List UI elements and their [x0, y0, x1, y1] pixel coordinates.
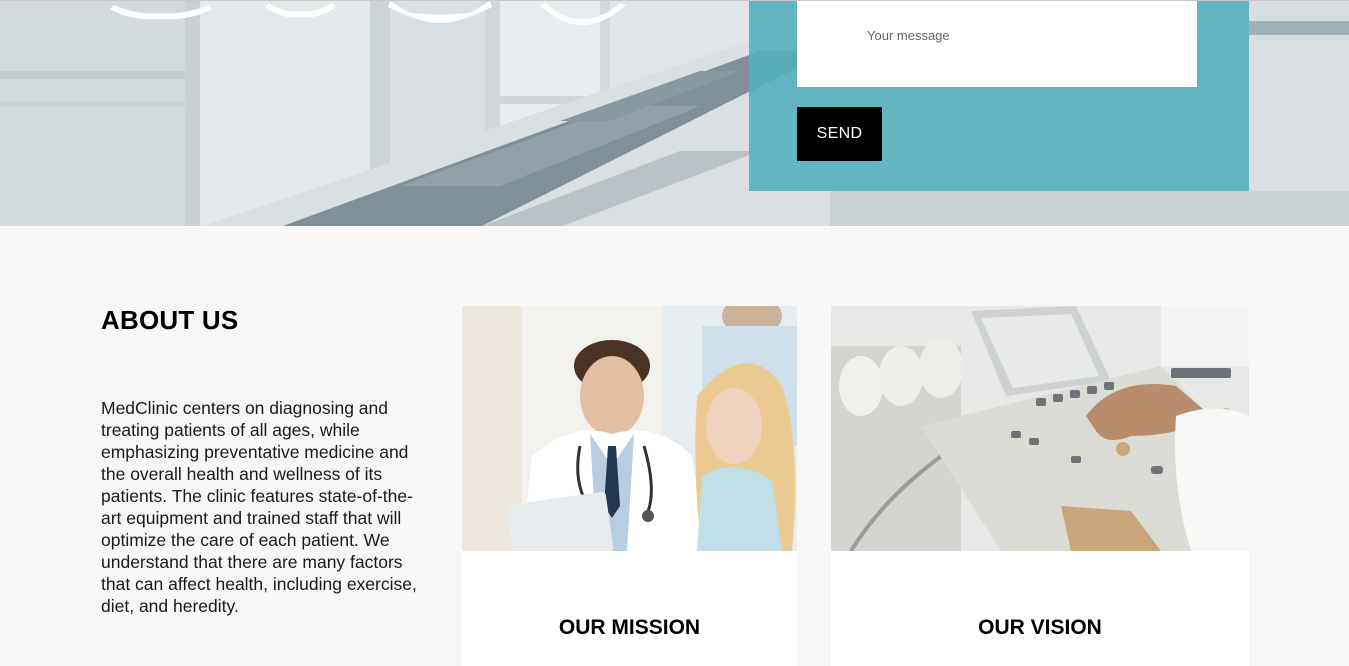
mission-card[interactable]: OUR MISSION	[462, 306, 797, 666]
hero-banner: SEND	[0, 0, 1349, 226]
about-title: ABOUT US	[101, 305, 239, 335]
ultrasound-machine-image	[831, 306, 1249, 551]
mission-title: OUR MISSION	[558, 616, 701, 639]
vision-title: OUR VISION	[978, 616, 1102, 639]
message-input[interactable]	[797, 1, 1197, 87]
vision-card[interactable]: OUR VISION	[831, 306, 1249, 666]
about-description: MedClinic centers on diagnosing and trea…	[101, 398, 417, 616]
contact-form-panel: SEND	[749, 1, 1249, 191]
doctor-and-patient-image	[462, 306, 797, 551]
send-button[interactable]: SEND	[797, 107, 882, 161]
